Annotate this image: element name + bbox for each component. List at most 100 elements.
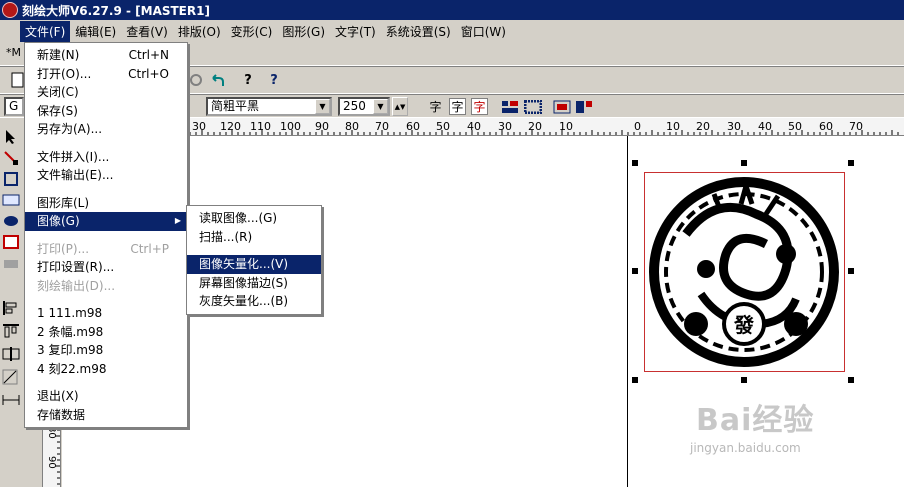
ruler-h-label: 30 xyxy=(192,120,206,133)
document-tab[interactable]: *M xyxy=(6,46,21,59)
ruler-h-label: 30 xyxy=(498,120,512,133)
ruler-v-label: 90 xyxy=(46,456,57,469)
image-submenu-item-label: 屏幕图像描边(S) xyxy=(199,275,288,290)
file-menu-item[interactable]: 新建(N) Ctrl+N xyxy=(25,46,187,65)
menu-graphics[interactable]: 图形(G) xyxy=(277,21,330,42)
chevron-down-icon[interactable]: ▼ xyxy=(315,99,330,114)
node-edit-icon[interactable] xyxy=(1,148,21,168)
text-frame-icon[interactable] xyxy=(1,190,21,210)
menu-separator xyxy=(27,142,185,144)
menu-layout[interactable]: 排版(O) xyxy=(173,21,226,42)
font-size-stepper[interactable]: ▲▼ xyxy=(392,97,408,116)
align-left-icon[interactable] xyxy=(1,298,21,318)
app-logo-icon[interactable] xyxy=(2,2,18,18)
font-field[interactable]: G xyxy=(4,97,24,116)
selection-handle[interactable] xyxy=(741,377,747,383)
file-menu-item-label: 3 复印.m98 xyxy=(37,343,104,357)
text-style-outline[interactable]: 字 xyxy=(449,98,466,115)
file-menu-item-label: 2 条幅.m98 xyxy=(37,324,104,339)
ellipse-tool-icon[interactable] xyxy=(1,211,21,231)
ruler-h-label: 90 xyxy=(315,120,329,133)
file-menu-item[interactable]: 另存为(A)... xyxy=(25,120,187,139)
ruler-h-label: 120 xyxy=(220,120,241,133)
align-top-icon[interactable] xyxy=(1,321,21,341)
watermark-url: jingyan.baidu.com xyxy=(690,441,801,455)
ruler-h-label: 70 xyxy=(375,120,389,133)
image-tool-icon[interactable] xyxy=(1,232,21,252)
ruler-h-label: 20 xyxy=(528,120,542,133)
title-bar[interactable]: 刻绘大师V6.27.9 - [MASTER1] xyxy=(0,0,904,20)
menu-transform[interactable]: 变形(C) xyxy=(226,21,278,42)
file-menu-item[interactable]: 打开(O)... Ctrl+O xyxy=(25,65,187,84)
undo-icon[interactable] xyxy=(208,70,228,90)
distribute-h-icon[interactable] xyxy=(1,344,21,364)
help-icon[interactable]: ? xyxy=(238,70,258,90)
image-submenu-item[interactable]: 读取图像...(G) xyxy=(187,209,321,228)
file-menu-item[interactable]: 图像(G) ▶ xyxy=(25,212,187,231)
file-menu-item[interactable]: 存储数据 xyxy=(25,406,187,425)
font-name-select[interactable]: 简粗平黑 ▼ xyxy=(206,97,332,116)
zoom-region-icon[interactable] xyxy=(1,169,21,189)
file-menu-item[interactable]: 保存(S) xyxy=(25,102,187,121)
dragon-papercut-artwork[interactable]: 發 xyxy=(646,174,843,370)
selection-handle[interactable] xyxy=(848,160,854,166)
file-menu-item[interactable]: 文件输出(E)... xyxy=(25,166,187,185)
menu-window[interactable]: 窗口(W) xyxy=(456,21,511,42)
image-submenu-item-label: 扫描...(R) xyxy=(199,229,253,244)
selection-handle[interactable] xyxy=(848,268,854,274)
dimension-tool-icon[interactable] xyxy=(1,390,21,410)
file-menu-item-label: 另存为(A)... xyxy=(37,122,103,136)
file-menu-item[interactable]: 关闭(C) xyxy=(25,83,187,102)
image-submenu-item[interactable]: 屏幕图像描边(S) xyxy=(187,274,321,293)
menu-bar: 文件(F) 编辑(E) 查看(V) 排版(O) 变形(C) 图形(G) 文字(T… xyxy=(0,20,904,42)
ruler-h-label: 50 xyxy=(788,120,802,133)
image-submenu-item-label: 读取图像...(G) xyxy=(199,211,278,225)
menu-separator xyxy=(189,250,319,251)
file-menu-item: 打印(P)... Ctrl+P xyxy=(25,240,187,259)
file-menu-item[interactable]: 退出(X) xyxy=(25,387,187,406)
text-style-red[interactable]: 字 xyxy=(471,98,488,115)
file-menu-item[interactable]: 4 刻22.m98 xyxy=(25,360,187,379)
file-menu-item[interactable]: 2 条幅.m98 xyxy=(25,323,187,342)
select-arrow-icon[interactable] xyxy=(1,127,21,147)
menu-system-settings[interactable]: 系统设置(S) xyxy=(381,21,456,42)
distribute-grid-icon[interactable] xyxy=(574,97,594,117)
selection-handle[interactable] xyxy=(632,377,638,383)
file-menu-item-label: 打印设置(R)... xyxy=(37,260,115,274)
file-menu-item[interactable]: 文件拼入(I)... xyxy=(25,148,187,167)
menu-text[interactable]: 文字(T) xyxy=(330,21,381,42)
selection-handle[interactable] xyxy=(632,268,638,274)
file-menu-item-label: 退出(X) xyxy=(37,389,79,403)
align-grid-icon[interactable] xyxy=(500,97,520,117)
image-submenu-item[interactable]: 图像矢量化...(V) xyxy=(187,255,321,274)
file-menu-item[interactable]: 图形库(L) xyxy=(25,194,187,213)
file-menu-item-label: 刻绘输出(D)... xyxy=(37,278,116,293)
file-menu-item[interactable]: 1 111.m98 xyxy=(25,304,187,323)
image-submenu-item[interactable]: 灰度矢量化...(B) xyxy=(187,292,321,311)
printer-tool-icon[interactable] xyxy=(1,253,21,273)
selection-handle[interactable] xyxy=(848,377,854,383)
text-style-normal[interactable]: 字 xyxy=(427,98,444,115)
file-menu-item-label: 关闭(C) xyxy=(37,85,79,99)
menu-file[interactable]: 文件(F) xyxy=(20,20,71,42)
file-menu-item-label: 4 刻22.m98 xyxy=(37,361,107,376)
ruler-h-label: 40 xyxy=(467,120,481,133)
selection-handle[interactable] xyxy=(632,160,638,166)
context-help-icon[interactable]: ? xyxy=(264,70,284,90)
font-size-select[interactable]: 250 ▼ xyxy=(338,97,390,116)
columns-grid-icon[interactable] xyxy=(523,97,543,117)
image-submenu-item[interactable]: 扫描...(R) xyxy=(187,228,321,247)
ruler-h-label: 10 xyxy=(666,120,680,133)
file-menu-item[interactable]: 打印设置(R)... xyxy=(25,258,187,277)
print-preview-icon[interactable] xyxy=(186,70,206,90)
ruler-h-label: 110 xyxy=(250,120,271,133)
chevron-down-icon[interactable]: ▼ xyxy=(373,99,388,114)
file-menu-item-shortcut: Ctrl+O xyxy=(128,66,169,81)
file-menu-item-label: 图像(G) xyxy=(37,214,80,228)
menu-edit[interactable]: 编辑(E) xyxy=(70,21,121,42)
file-menu-item[interactable]: 3 复印.m98 xyxy=(25,341,187,360)
menu-view[interactable]: 查看(V) xyxy=(121,21,173,42)
selection-handle[interactable] xyxy=(741,160,747,166)
slant-tool-icon[interactable] xyxy=(1,367,21,387)
layout-grid-icon[interactable] xyxy=(552,97,572,117)
